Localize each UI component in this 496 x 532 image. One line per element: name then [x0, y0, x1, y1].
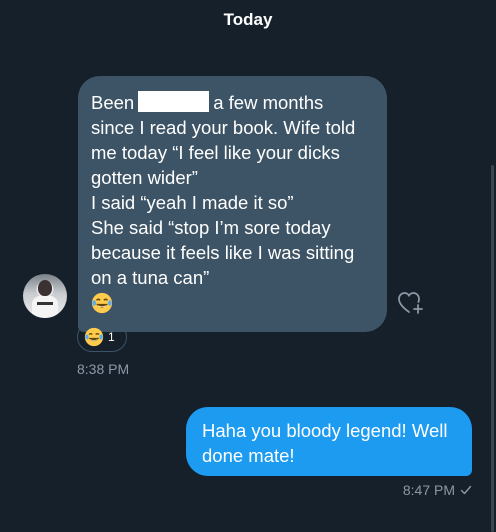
message-line: since I read your book. Wife told [91, 117, 356, 138]
message-line: She said “stop I’m sore today [91, 217, 331, 238]
message-line: me today “I feel like your dicks [91, 142, 340, 163]
message-line: because it feels like I was sitting [91, 242, 355, 263]
tears-of-joy-emoji [91, 292, 113, 314]
avatar-shirt [32, 296, 58, 318]
message-line: gotten wider” [91, 167, 198, 188]
received-message-bubble[interactable]: Been a few months since I read your book.… [78, 76, 387, 332]
check-icon [460, 485, 472, 495]
avatar-shirt-print [37, 302, 53, 305]
message-line: on a tuna can” [91, 267, 210, 288]
scrollbar[interactable] [491, 165, 494, 532]
message-line: I said “yeah I made it so” [91, 192, 294, 213]
message-text: Been [91, 92, 135, 113]
sent-message-bubble[interactable]: Haha you bloody legend! Well done mate! [186, 407, 472, 476]
message-line: Been a few months [91, 90, 375, 115]
message-text: a few months [213, 92, 324, 113]
message-line: done mate! [202, 445, 295, 466]
sender-avatar[interactable] [23, 274, 67, 318]
received-timestamp: 8:38 PM [77, 361, 130, 377]
reaction-count: 1 [108, 330, 115, 344]
add-reaction-icon[interactable] [397, 290, 425, 316]
sent-timestamp-row: 8:47 PM [403, 482, 472, 498]
tears-of-joy-emoji [84, 327, 104, 347]
dm-conversation: Today Been a few months since I read your… [0, 0, 496, 532]
reaction-pill[interactable]: 1 [77, 322, 127, 352]
message-line: Haha you bloody legend! Well [202, 420, 448, 441]
date-divider: Today [223, 10, 273, 29]
message-emoji-line [91, 290, 375, 320]
redaction-box [138, 91, 210, 112]
sent-timestamp: 8:47 PM [402, 482, 455, 498]
avatar-head [38, 280, 52, 296]
